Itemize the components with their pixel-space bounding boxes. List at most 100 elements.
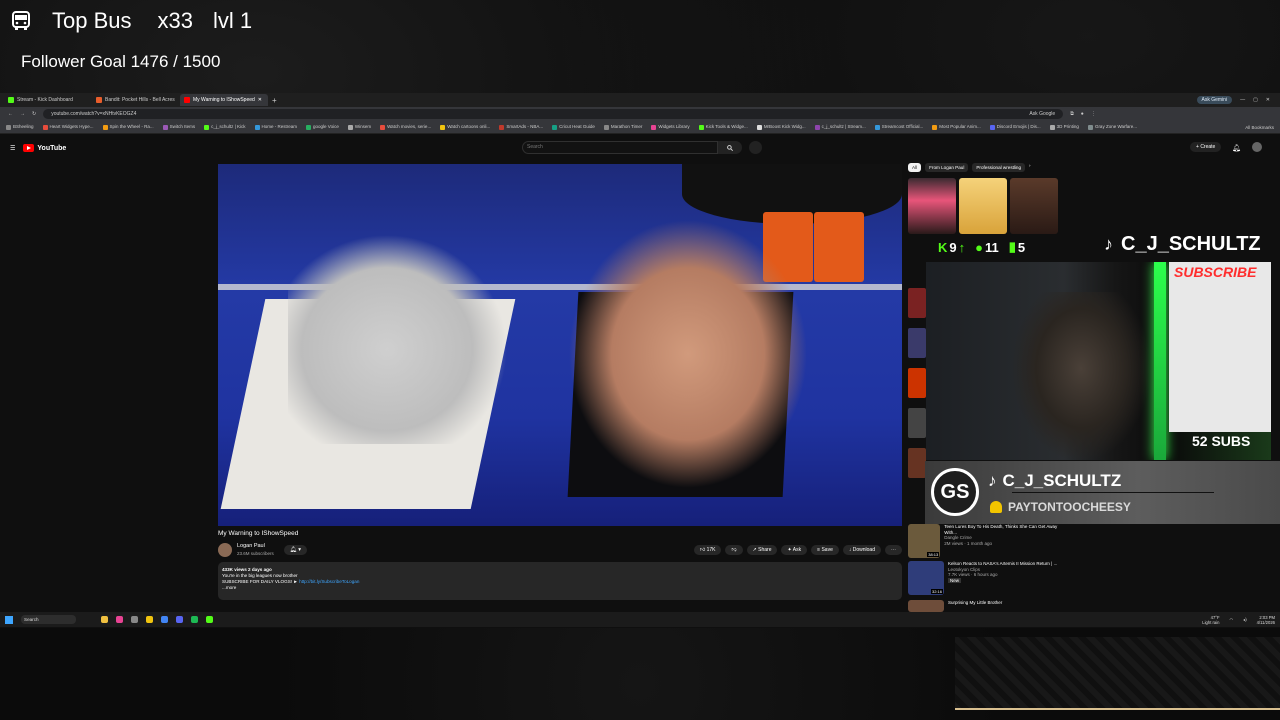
bookmark-item[interactable]: Widgets Library	[651, 124, 690, 130]
plate-name: ♪ C_J_SCHULTZ	[988, 471, 1122, 490]
taskbar-search[interactable]: Search	[21, 615, 76, 624]
more-actions-button[interactable]: ⋯	[885, 545, 902, 555]
file-explorer-icon[interactable]	[146, 616, 153, 623]
bookmark-item[interactable]: c_j_schultz | Stream...	[814, 124, 866, 130]
chrome-icon[interactable]	[161, 616, 168, 623]
channel-name[interactable]: Logan Paul	[237, 543, 274, 550]
bookmark-item[interactable]: SmartAds - NBA...	[499, 124, 543, 130]
overlay-thumbnails	[908, 178, 1058, 234]
chip-from-logan[interactable]: From Logan Paul	[925, 163, 969, 172]
create-button[interactable]: + Create	[1190, 142, 1222, 152]
bookmark-item[interactable]: Cricut Heat Guide	[552, 124, 595, 130]
extensions-icon[interactable]: ⧉	[1070, 111, 1074, 117]
ask-button[interactable]: ✦ Ask	[781, 545, 808, 555]
bookmark-item[interactable]: google Voice	[306, 124, 339, 130]
bell-icon[interactable]: 🔔︎	[1232, 144, 1241, 152]
chevron-right-icon[interactable]: ›	[1029, 163, 1031, 172]
search-icon	[727, 144, 733, 151]
all-bookmarks[interactable]: All Bookmarks	[1245, 125, 1274, 130]
rec-thumbnail[interactable]	[908, 408, 926, 438]
bookmark-item[interactable]: MrBoost Kick Widg...	[756, 124, 806, 130]
new-tab-button[interactable]: +	[272, 96, 277, 105]
bookmark-item[interactable]: Streamcost Official...	[874, 124, 923, 130]
bookmark-item[interactable]: Home - Restream	[254, 124, 297, 130]
url-text: youtube.com/watch?v=xNHtvKEOGZ4	[51, 111, 137, 117]
more-link[interactable]: ...more	[222, 585, 898, 591]
weather-info[interactable]: 47°F Light rain	[1202, 615, 1219, 625]
close-tab-icon[interactable]: ✕	[258, 97, 262, 103]
bookmark-item[interactable]: Discord Emojis | Dis...	[989, 124, 1041, 130]
bookmark-item[interactable]: Spin the Wheel - Ra...	[102, 124, 154, 130]
person-left	[288, 234, 508, 444]
spotify-icon[interactable]	[191, 616, 198, 623]
bookmark-item[interactable]: Heart Widgets Hype...	[42, 124, 94, 130]
hamburger-menu-icon[interactable]: ☰	[10, 145, 15, 152]
rec-video[interactable]: 38:13 Teen Lures Boy To His Death, Think…	[908, 524, 1058, 560]
mic-icon[interactable]	[749, 141, 762, 154]
thumbnail-image	[1010, 178, 1058, 234]
save-button[interactable]: ≡ Save	[811, 545, 839, 555]
search-button[interactable]	[718, 141, 742, 154]
tab-youtube-video[interactable]: My Warning to IShowSpeed ✕	[180, 94, 268, 106]
youtube-logo[interactable]: YouTube	[23, 144, 66, 152]
chip-all[interactable]: All	[908, 163, 922, 172]
download-button[interactable]: ↓ Download	[842, 545, 881, 555]
gs-badge-logo: GS	[931, 468, 979, 516]
profile-icon[interactable]: ●	[1081, 111, 1084, 117]
menu-icon[interactable]: ⋮	[1091, 111, 1096, 117]
video-description[interactable]: 433K views 2 days ago You're in the big …	[218, 562, 902, 600]
app-icon[interactable]	[116, 616, 123, 623]
bookmark-item[interactable]: 3D Printing	[1049, 124, 1079, 130]
rec-thumbnail[interactable]	[908, 368, 926, 398]
volume-icon[interactable]: ◂)	[1243, 617, 1247, 622]
rec-thumbnail[interactable]	[908, 448, 926, 478]
bookmark-item[interactable]: Watch movies, serie...	[380, 124, 431, 130]
bookmark-item[interactable]: c_j_schultz | Kick	[204, 124, 246, 130]
maximize-icon[interactable]: ▢	[1253, 97, 1258, 103]
app-icon[interactable]	[131, 616, 138, 623]
rec-video[interactable]: 32:16 Kelson Reacts to NASA's Artemis II…	[908, 561, 1058, 597]
wifi-icon[interactable]: ◠	[1230, 617, 1234, 622]
bookmark-item[interactable]: Gray Zone Warfare...	[1087, 124, 1137, 130]
rec-thumbnail[interactable]	[908, 288, 926, 318]
bookmark-item[interactable]: Winsem	[347, 124, 371, 130]
tab-bandit[interactable]: Bandit: Pocket Hills - Bell Acres	[92, 94, 180, 106]
bookmark-item[interactable]: Switch Items	[162, 124, 195, 130]
tab-kick-dashboard[interactable]: Stream - Kick Dashboard	[4, 94, 92, 106]
dislike-button[interactable]: 👎︎	[725, 545, 743, 555]
ask-google-button[interactable]: Ask Google	[1029, 111, 1055, 117]
bookmark-item[interactable]: Most Popular Anim...	[932, 124, 981, 130]
reload-icon[interactable]: ↻	[32, 111, 36, 117]
discord-icon[interactable]	[176, 616, 183, 623]
avatar[interactable]	[1252, 142, 1262, 152]
minimize-icon[interactable]: —	[1240, 97, 1245, 103]
ask-gemini-button[interactable]: Ask Gemini	[1196, 96, 1233, 104]
webcam-feed: SUBSCRIBE	[926, 262, 1271, 460]
rec-video[interactable]: Surprising My Little Brother	[908, 600, 1058, 612]
like-button[interactable]: 👍︎ 17K	[693, 545, 722, 555]
bookmark-item[interactable]: Marathon Timer	[603, 124, 642, 130]
kick-icon[interactable]	[206, 616, 213, 623]
windows-start-icon[interactable]	[5, 615, 13, 624]
person-icon	[990, 501, 1002, 513]
youtube-search-input[interactable]: Search	[522, 141, 718, 154]
weather-widget-icon[interactable]	[101, 616, 108, 623]
video-player[interactable]	[218, 164, 902, 526]
rec-thumbnail[interactable]	[908, 328, 926, 358]
bookmark-item[interactable]: Watch cartoons onli...	[440, 124, 490, 130]
bookmark-item[interactable]: Kick Tools & Widge...	[698, 124, 748, 130]
desc-link[interactable]: http://bit.ly/SubscribeToLogan	[299, 579, 359, 584]
subscribe-bell-button[interactable]: 🔔︎ ▾	[283, 545, 308, 555]
plate-latest-sub: PAYTONTOOCHEESY	[990, 500, 1131, 514]
chip-wrestling[interactable]: Professional wrestling	[972, 163, 1026, 172]
close-window-icon[interactable]: ✕	[1266, 97, 1270, 103]
clock[interactable]: 2:03 PM 4/11/2026	[1257, 615, 1275, 625]
url-field[interactable]: youtube.com/watch?v=xNHtvKEOGZ4 Ask Goog…	[43, 109, 1064, 119]
video-title: My Warning to IShowSpeed	[218, 530, 299, 537]
forward-icon[interactable]: →	[20, 111, 25, 117]
share-button[interactable]: ↗ Share	[746, 545, 778, 555]
bookmark-item[interactable]: BSheeling	[6, 124, 34, 130]
new-badge: New	[948, 577, 962, 583]
channel-avatar[interactable]	[218, 543, 232, 557]
back-icon[interactable]: ←	[8, 111, 13, 117]
